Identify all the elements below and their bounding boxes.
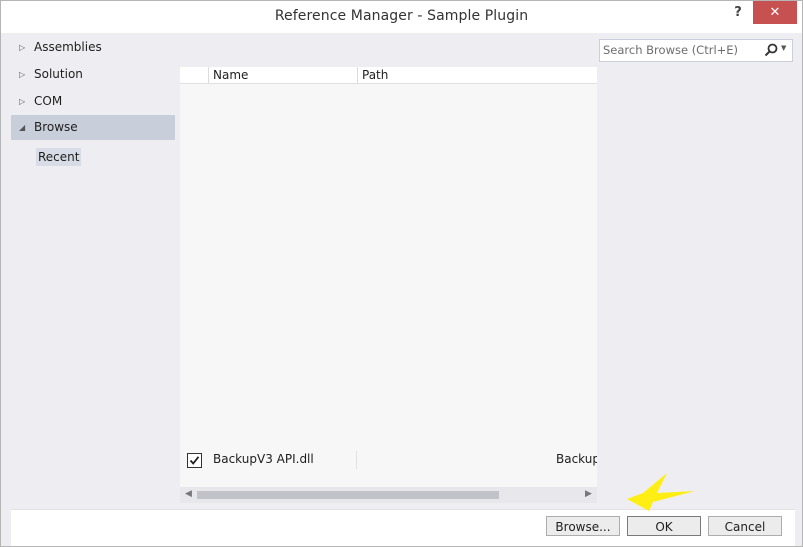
collapse-arrow-icon: ◢ (19, 123, 26, 132)
column-divider (356, 451, 357, 469)
search-options-dropdown-icon[interactable]: ▼ (781, 44, 786, 52)
reference-manager-dialog: Reference Manager - Sample Plugin ? ✕ ▷ … (0, 0, 803, 547)
sidebar-item-label: Solution (34, 67, 83, 81)
reference-path: BackupV (556, 452, 597, 466)
details-pane (597, 67, 794, 439)
sidebar-item-label: Browse (34, 120, 78, 134)
column-header-check[interactable] (180, 67, 207, 83)
sidebar-item-label: COM (34, 94, 63, 108)
reference-checkbox[interactable] (187, 453, 202, 468)
expand-arrow-icon: ▷ (19, 43, 26, 52)
expand-arrow-icon: ▷ (19, 70, 26, 79)
list-header: Name Path (180, 67, 597, 84)
sidebar-item-label: Assemblies (34, 40, 102, 54)
scroll-left-icon[interactable]: ◀ (185, 489, 192, 499)
browse-button[interactable]: Browse... (546, 516, 620, 536)
title-bar: Reference Manager - Sample Plugin ? ✕ (1, 1, 802, 33)
sidebar-subitem-recent[interactable]: Recent (36, 148, 82, 166)
list-item[interactable]: BackupV3 API.dll BackupV (180, 449, 597, 471)
ok-button[interactable]: OK (627, 516, 701, 536)
scroll-right-icon[interactable]: ▶ (585, 489, 592, 499)
help-button[interactable]: ? (729, 4, 747, 22)
horizontal-scrollbar[interactable]: ◀ ▶ (180, 487, 597, 503)
search-input[interactable] (603, 42, 753, 57)
search-box: ▼ (599, 39, 793, 62)
column-header-path[interactable]: Path (357, 67, 598, 83)
window-title: Reference Manager - Sample Plugin (274, 8, 529, 24)
sidebar-item-assemblies[interactable]: ▷ Assemblies (11, 35, 175, 60)
cursor-highlight-icon (627, 473, 695, 511)
reference-name: BackupV3 API.dll (213, 452, 314, 466)
sidebar-item-solution[interactable]: ▷ Solution (11, 62, 175, 87)
checkmark-icon (189, 456, 200, 465)
sidebar-item-browse[interactable]: ◢ Browse (11, 115, 175, 140)
magnifier-icon[interactable] (763, 42, 779, 58)
cancel-button[interactable]: Cancel (708, 516, 782, 536)
reference-list: Name Path BackupV3 API.dll BackupV (180, 67, 597, 487)
close-button[interactable]: ✕ (753, 1, 797, 24)
column-header-name[interactable]: Name (208, 67, 357, 83)
scrollbar-thumb[interactable] (197, 491, 499, 499)
sidebar-item-com[interactable]: ▷ COM (11, 89, 175, 114)
expand-arrow-icon: ▷ (19, 97, 26, 106)
sidebar: ▷ Assemblies ▷ Solution ▷ COM ◢ Browse R… (11, 35, 175, 505)
dialog-footer: Browse... OK Cancel (11, 509, 795, 546)
